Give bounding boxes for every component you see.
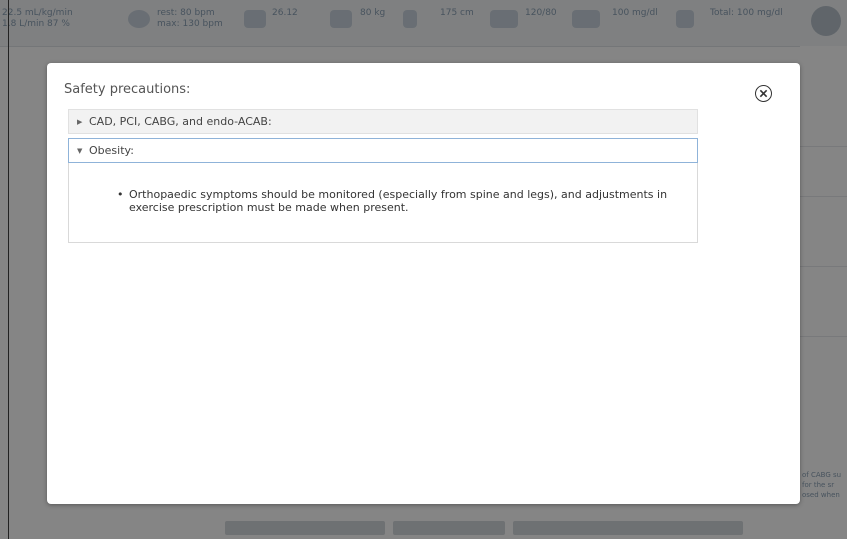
list-item: • Orthopaedic symptoms should be monitor… [117, 188, 668, 214]
accordion-header-obesity[interactable]: ▼ Obesity: [68, 138, 698, 163]
caret-down-icon: ▼ [77, 146, 83, 155]
accordion-header-label: CAD, PCI, CABG, and endo-ACAB: [89, 115, 272, 128]
accordion-header-cad[interactable]: ▶ CAD, PCI, CABG, and endo-ACAB: [68, 109, 698, 134]
accordion-body-obesity: • Orthopaedic symptoms should be monitor… [68, 163, 698, 243]
window-edge [8, 0, 9, 539]
close-icon [759, 89, 768, 98]
modal-title: Safety precautions: [64, 82, 191, 97]
precaution-list: • Orthopaedic symptoms should be monitor… [117, 188, 677, 214]
precautions-accordion: ▶ CAD, PCI, CABG, and endo-ACAB: ▼ Obesi… [68, 109, 698, 243]
caret-right-icon: ▶ [77, 117, 83, 126]
safety-precautions-modal: Safety precautions: ▶ CAD, PCI, CABG, an… [47, 63, 800, 504]
bullet-icon: • [117, 188, 124, 201]
accordion-header-label: Obesity: [89, 144, 134, 157]
close-button[interactable] [755, 85, 772, 102]
